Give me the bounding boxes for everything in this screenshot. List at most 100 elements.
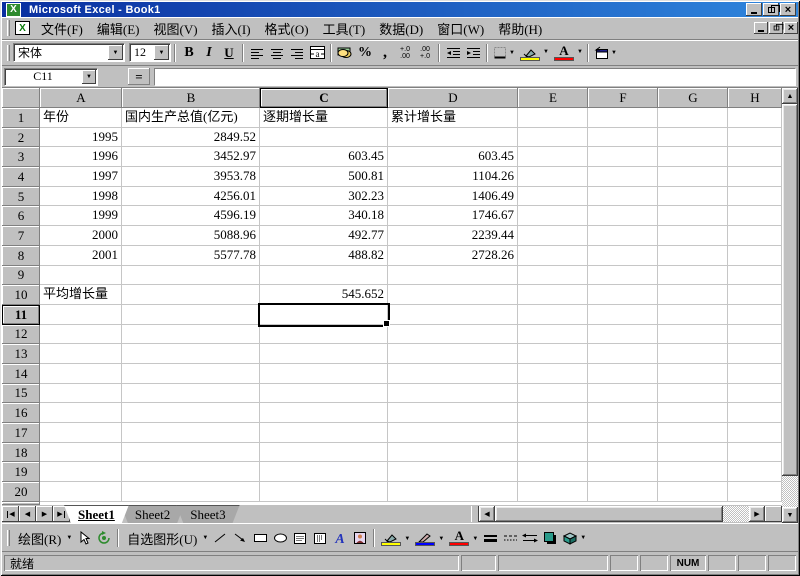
- cell-C17[interactable]: [260, 423, 388, 443]
- cell-B18[interactable]: [122, 443, 260, 463]
- minimize-button[interactable]: [746, 3, 762, 16]
- menu-item-1[interactable]: 编辑(E): [90, 17, 147, 40]
- cell-A5[interactable]: 1998: [40, 187, 122, 207]
- autoshapes-menu-button[interactable]: 自选图形(U) ▼: [122, 528, 210, 548]
- cell-F5[interactable]: [588, 187, 658, 207]
- row-header-2[interactable]: 2: [2, 128, 40, 148]
- cell-E17[interactable]: [518, 423, 588, 443]
- cell-H17[interactable]: [728, 423, 782, 443]
- cell-B19[interactable]: [122, 462, 260, 482]
- cell-D14[interactable]: [388, 364, 518, 384]
- cell-F13[interactable]: [588, 344, 658, 364]
- cell-H1[interactable]: [728, 108, 782, 128]
- draw-fill-color-button[interactable]: ▼: [378, 528, 404, 548]
- scroll-left-button[interactable]: ◀: [479, 506, 495, 522]
- scroll-right-button[interactable]: ▶: [749, 506, 765, 522]
- previous-sheet-button[interactable]: ◀: [19, 506, 36, 522]
- cell-E11[interactable]: [518, 305, 588, 325]
- cell-F12[interactable]: [588, 325, 658, 345]
- cell-B14[interactable]: [122, 364, 260, 384]
- scroll-down-button[interactable]: ▼: [782, 507, 798, 523]
- cell-E9[interactable]: [518, 266, 588, 286]
- row-header-15[interactable]: 15: [2, 384, 40, 404]
- cell-H11[interactable]: [728, 305, 782, 325]
- dash-style-button[interactable]: [500, 528, 520, 548]
- cell-H13[interactable]: [728, 344, 782, 364]
- toolbar-grip[interactable]: [7, 530, 10, 546]
- cell-E6[interactable]: [518, 206, 588, 226]
- cell-F1[interactable]: [588, 108, 658, 128]
- cell-E2[interactable]: [518, 128, 588, 148]
- cell-A9[interactable]: [40, 266, 122, 286]
- cell-G1[interactable]: [658, 108, 728, 128]
- cell-C9[interactable]: [260, 266, 388, 286]
- cell-F10[interactable]: [588, 285, 658, 305]
- restore-button[interactable]: [763, 3, 779, 16]
- cell-D7[interactable]: 2239.44: [388, 226, 518, 246]
- row-header-5[interactable]: 5: [2, 187, 40, 207]
- cell-H8[interactable]: [728, 246, 782, 266]
- cell-G11[interactable]: [658, 305, 728, 325]
- chevron-down-icon[interactable]: ▼: [108, 45, 123, 60]
- first-sheet-button[interactable]: ◀: [2, 506, 19, 522]
- underline-button[interactable]: U: [219, 43, 239, 63]
- column-header-C[interactable]: C: [260, 88, 388, 108]
- cell-C20[interactable]: [260, 482, 388, 502]
- threed-button[interactable]: ▼: [560, 528, 588, 548]
- cell-A8[interactable]: 2001: [40, 246, 122, 266]
- cell-C14[interactable]: [260, 364, 388, 384]
- cell-C13[interactable]: [260, 344, 388, 364]
- cell-H15[interactable]: [728, 384, 782, 404]
- cell-E12[interactable]: [518, 325, 588, 345]
- cell-E15[interactable]: [518, 384, 588, 404]
- cell-D2[interactable]: [388, 128, 518, 148]
- menu-item-8[interactable]: 帮助(H): [491, 17, 549, 40]
- cell-H16[interactable]: [728, 403, 782, 423]
- cell-A18[interactable]: [40, 443, 122, 463]
- cell-E16[interactable]: [518, 403, 588, 423]
- rectangle-button[interactable]: [250, 528, 270, 548]
- cell-G16[interactable]: [658, 403, 728, 423]
- cell-E13[interactable]: [518, 344, 588, 364]
- line-button[interactable]: [210, 528, 230, 548]
- chevron-down-icon[interactable]: ▼: [509, 50, 515, 56]
- row-header-7[interactable]: 7: [2, 226, 40, 246]
- cell-D9[interactable]: [388, 266, 518, 286]
- row-header-10[interactable]: 10: [2, 285, 40, 305]
- cell-G7[interactable]: [658, 226, 728, 246]
- cell-H19[interactable]: [728, 462, 782, 482]
- chevron-down-icon[interactable]: ▼: [543, 49, 549, 55]
- cell-G19[interactable]: [658, 462, 728, 482]
- cell-A13[interactable]: [40, 344, 122, 364]
- sheet-close-button[interactable]: ×: [784, 22, 798, 34]
- cell-H2[interactable]: [728, 128, 782, 148]
- cell-C15[interactable]: [260, 384, 388, 404]
- more-buttons-button[interactable]: ▼: [592, 43, 619, 63]
- font-name-combo[interactable]: 宋体 ▼: [13, 43, 125, 62]
- horizontal-scrollbar[interactable]: ◀ ▶: [479, 506, 765, 522]
- decrease-decimal-button[interactable]: .00 +.0: [415, 43, 435, 63]
- cell-A6[interactable]: 1999: [40, 206, 122, 226]
- cell-E19[interactable]: [518, 462, 588, 482]
- cell-D13[interactable]: [388, 344, 518, 364]
- row-header-17[interactable]: 17: [2, 423, 40, 443]
- toolbar-grip[interactable]: [7, 45, 10, 61]
- cell-F15[interactable]: [588, 384, 658, 404]
- sheet-restore-button[interactable]: [769, 22, 783, 34]
- cell-B11[interactable]: [122, 305, 260, 325]
- row-header-20[interactable]: 20: [2, 482, 40, 502]
- percent-style-button[interactable]: %: [355, 43, 375, 63]
- row-header-19[interactable]: 19: [2, 462, 40, 482]
- merge-center-button[interactable]: a: [307, 43, 327, 63]
- cell-E3[interactable]: [518, 147, 588, 167]
- cell-A1[interactable]: 年份: [40, 108, 122, 128]
- column-header-A[interactable]: A: [40, 88, 122, 108]
- chevron-down-icon[interactable]: ▼: [577, 49, 583, 55]
- menu-item-0[interactable]: 文件(F): [34, 17, 90, 40]
- row-header-12[interactable]: 12: [2, 325, 40, 345]
- cell-D12[interactable]: [388, 325, 518, 345]
- cell-H18[interactable]: [728, 443, 782, 463]
- cell-C11[interactable]: [260, 305, 388, 325]
- cell-F6[interactable]: [588, 206, 658, 226]
- menu-item-3[interactable]: 插入(I): [205, 17, 258, 40]
